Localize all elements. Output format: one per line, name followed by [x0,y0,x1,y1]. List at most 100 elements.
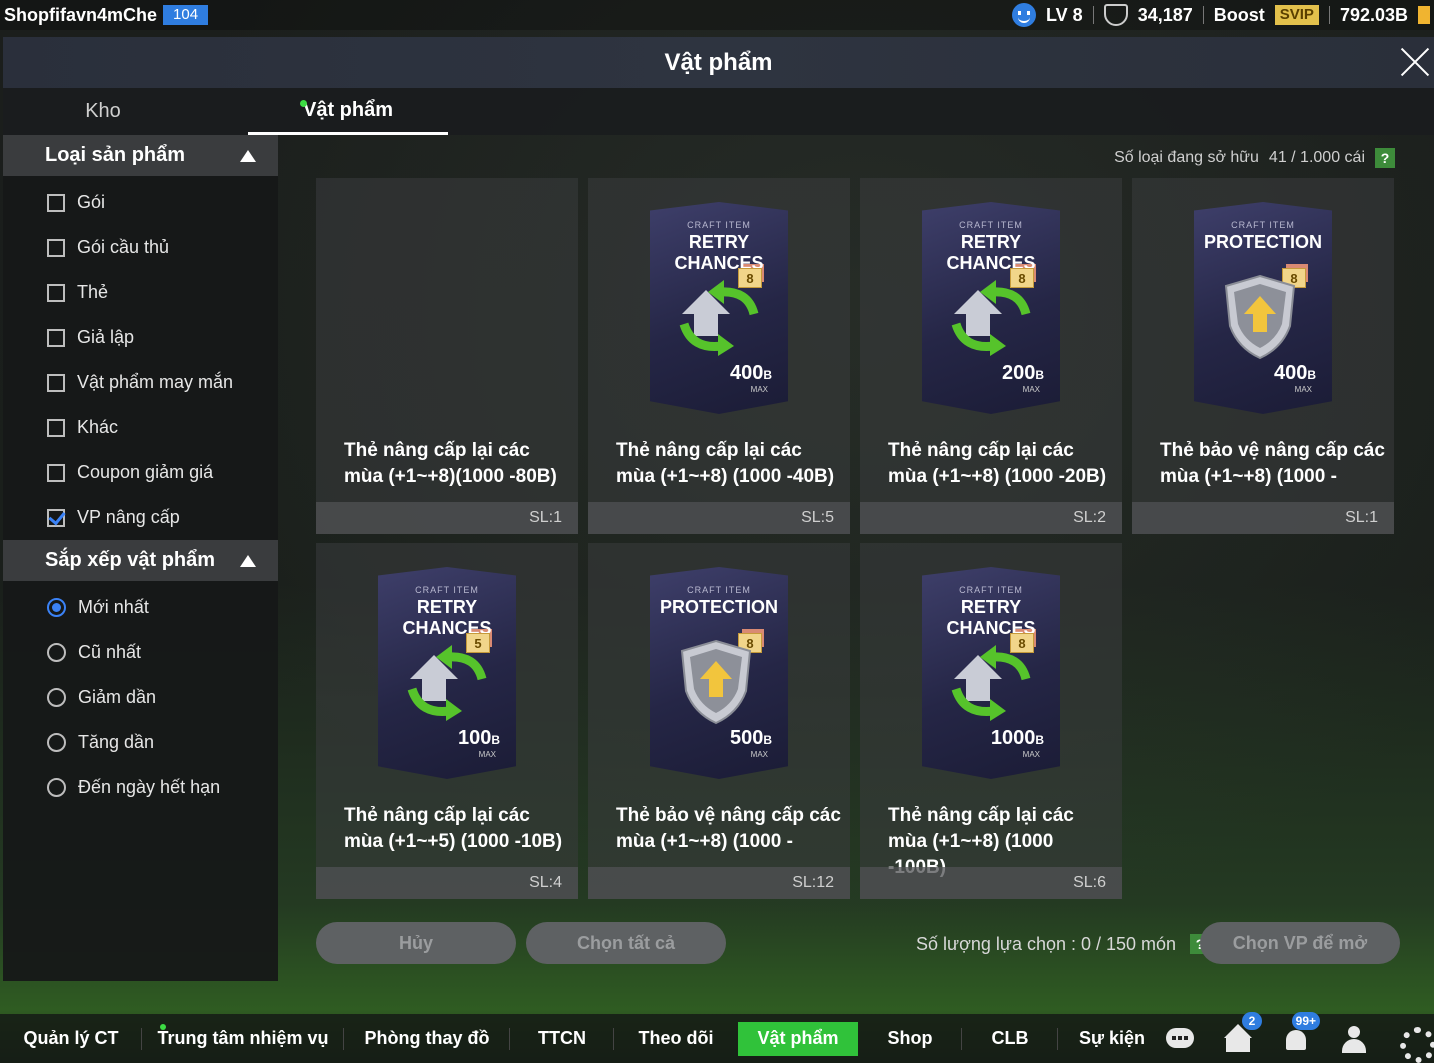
select-all-button[interactable]: Chọn tất cả [526,922,726,964]
option-label: Giảm dần [78,687,157,707]
nav-phong-thay-do[interactable]: Phòng thay đồ [344,1014,510,1063]
pack-amount-value: 1000 [990,727,1036,749]
nav-shop[interactable]: Shop [858,1014,962,1063]
checkbox-checked[interactable] [47,508,65,527]
pack-title: RETRY CHANCES [946,232,1036,273]
nav-quan-ly-ct[interactable]: Quản lý CT [0,1014,142,1063]
pack-amount-unit: B [491,733,500,747]
item-card[interactable]: CRAFT ITEM RETRY CHANCES 8 400B MAX Thẻ nâng … [588,178,850,534]
filter-gia-lap[interactable]: Giả lập [3,315,278,360]
item-card[interactable]: Thẻ nâng cấp lại các mùa (+1~+8)(1000 -8… [316,178,578,534]
radio[interactable] [47,688,66,707]
radio-selected[interactable] [47,598,66,617]
item-quantity: SL:4 [316,867,578,899]
nav-icon-group: 2 99+ [1164,1011,1434,1063]
sort-ascending[interactable]: Tăng dần [3,720,278,765]
filter-the[interactable]: Thẻ [3,270,278,315]
item-card[interactable]: CRAFT ITEM PROTECTION 8 400B MAX Thẻ bảo vệ n… [1132,178,1394,534]
option-label: Khác [77,417,119,437]
filter-goi-cau-thu[interactable]: Gói cầu thủ [3,225,278,270]
divider [1092,6,1094,24]
pack-amount: 200B [1002,362,1044,385]
collapse-arrow-icon[interactable] [240,149,256,162]
product-type-header[interactable]: Loại sản phẩm [3,135,278,176]
item-card[interactable]: CRAFT ITEM RETRY CHANCES 5 100B MAX Thẻ nâng … [316,543,578,899]
nav-vat-pham[interactable]: Vật phẩm [738,1021,858,1056]
option-label: Vật phẩm may mắn [77,372,234,392]
points-value: 34,187 [1137,4,1193,25]
pack-background: CRAFT ITEM RETRY CHANCES 5 100B MAX [378,567,516,779]
option-label: Gói [77,192,106,212]
nav-ttcn[interactable]: TTCN [510,1014,614,1063]
lv-label: LV 8 [1046,4,1083,25]
tab-bar: Kho Vật phẩm [3,88,1434,135]
player-info: Shopfifavn4mChe 104 [4,4,209,26]
sort-list: Mới nhất Cũ nhất Giảm dần Tăng dần Đến n… [3,581,278,810]
chat-icon[interactable] [1164,1024,1196,1054]
filter-goi[interactable]: Gói [3,180,278,225]
username: Shopfifavn4mChe [4,4,158,25]
close-icon[interactable] [1398,45,1432,79]
option-label: VP nâng cấp [77,507,180,527]
open-selected-button[interactable]: Chọn VP để mở [1200,922,1400,964]
user-icon[interactable] [1338,1024,1370,1054]
pack-amount-unit: B [1307,368,1316,382]
filter-coupon[interactable]: Coupon giảm giá [3,450,278,495]
checkbox[interactable] [47,283,65,302]
pack-background: CRAFT ITEM RETRY CHANCES 8 200B MAX [922,202,1060,414]
notification-dot [160,1024,166,1030]
item-pack-image: CRAFT ITEM PROTECTION 8 500B MAX [650,567,788,779]
gear-icon[interactable] [1396,1024,1434,1063]
sort-descending[interactable]: Giảm dần [3,675,278,720]
bell-icon[interactable]: 99+ [1280,1011,1320,1054]
owned-count: Số loại đang sở hữu 41 / 1.000 cái ? [1050,146,1395,170]
radio[interactable] [47,733,66,752]
sort-newest[interactable]: Mới nhất [3,585,278,630]
pack-max-label: MAX [1022,385,1040,394]
page-title: Vật phẩm [664,48,773,76]
pack-kicker: CRAFT ITEM [959,220,1023,230]
item-pack-image: CRAFT ITEM RETRY CHANCES 8 1000B MAX [922,567,1060,779]
pack-title: RETRY CHANCES [946,597,1036,638]
nav-theo-doi[interactable]: Theo dõi [614,1014,738,1063]
item-quantity: SL:12 [588,867,850,899]
tab-kho[interactable]: Kho [3,88,203,135]
nav-label: Theo dõi [638,1028,714,1048]
checkbox[interactable] [47,418,65,437]
nav-clb[interactable]: CLB [962,1014,1058,1063]
sort-oldest[interactable]: Cũ nhất [3,630,278,675]
tab-vat-pham[interactable]: Vật phẩm [248,88,448,135]
pack-kicker: CRAFT ITEM [687,220,751,230]
checkbox[interactable] [47,463,65,482]
sort-header[interactable]: Sắp xếp vật phẩm [3,540,278,581]
checkbox[interactable] [47,373,65,392]
filter-vp-nang-cap[interactable]: VP nâng cấp [3,495,278,540]
help-icon[interactable]: ? [1375,148,1395,168]
sort-expiry[interactable]: Đến ngày hết hạn [3,765,278,810]
item-card[interactable]: CRAFT ITEM RETRY CHANCES 8 1000B MAX Thẻ nâng… [860,543,1122,899]
cancel-button[interactable]: Hủy [316,922,516,964]
checkbox[interactable] [47,328,65,347]
filter-khac[interactable]: Khác [3,405,278,450]
nav-trung-tam-nhiem-vu[interactable]: Trung tâm nhiệm vụ [142,1014,344,1063]
collapse-arrow-icon[interactable] [240,554,256,567]
item-quantity: SL:6 [860,867,1122,899]
bell-badge: 99+ [1291,1011,1320,1030]
pack-max-label: MAX [1294,385,1312,394]
tab-label: Kho [85,100,121,122]
pack-background: CRAFT ITEM RETRY CHANCES 8 400B MAX [650,202,788,414]
radio[interactable] [47,643,66,662]
house-icon[interactable]: 2 [1222,1011,1262,1054]
checkbox[interactable] [47,238,65,257]
divider [1328,6,1330,24]
radio[interactable] [47,778,66,797]
nav-label: TTCN [538,1028,586,1048]
shield-icon [1224,274,1296,360]
item-card[interactable]: CRAFT ITEM PROTECTION 8 500B MAX Thẻ bảo vệ n… [588,543,850,899]
nav-su-kien[interactable]: Sự kiện [1058,1014,1166,1063]
retry-arrows-icon [407,645,487,721]
filter-vat-pham-may-man[interactable]: Vật phẩm may mắn [3,360,278,405]
checkbox[interactable] [47,193,65,212]
item-card[interactable]: CRAFT ITEM RETRY CHANCES 8 200B MAX Thẻ nâng … [860,178,1122,534]
selection-label: Số lượng lựa chọn : 0 / 150 món [916,933,1177,954]
